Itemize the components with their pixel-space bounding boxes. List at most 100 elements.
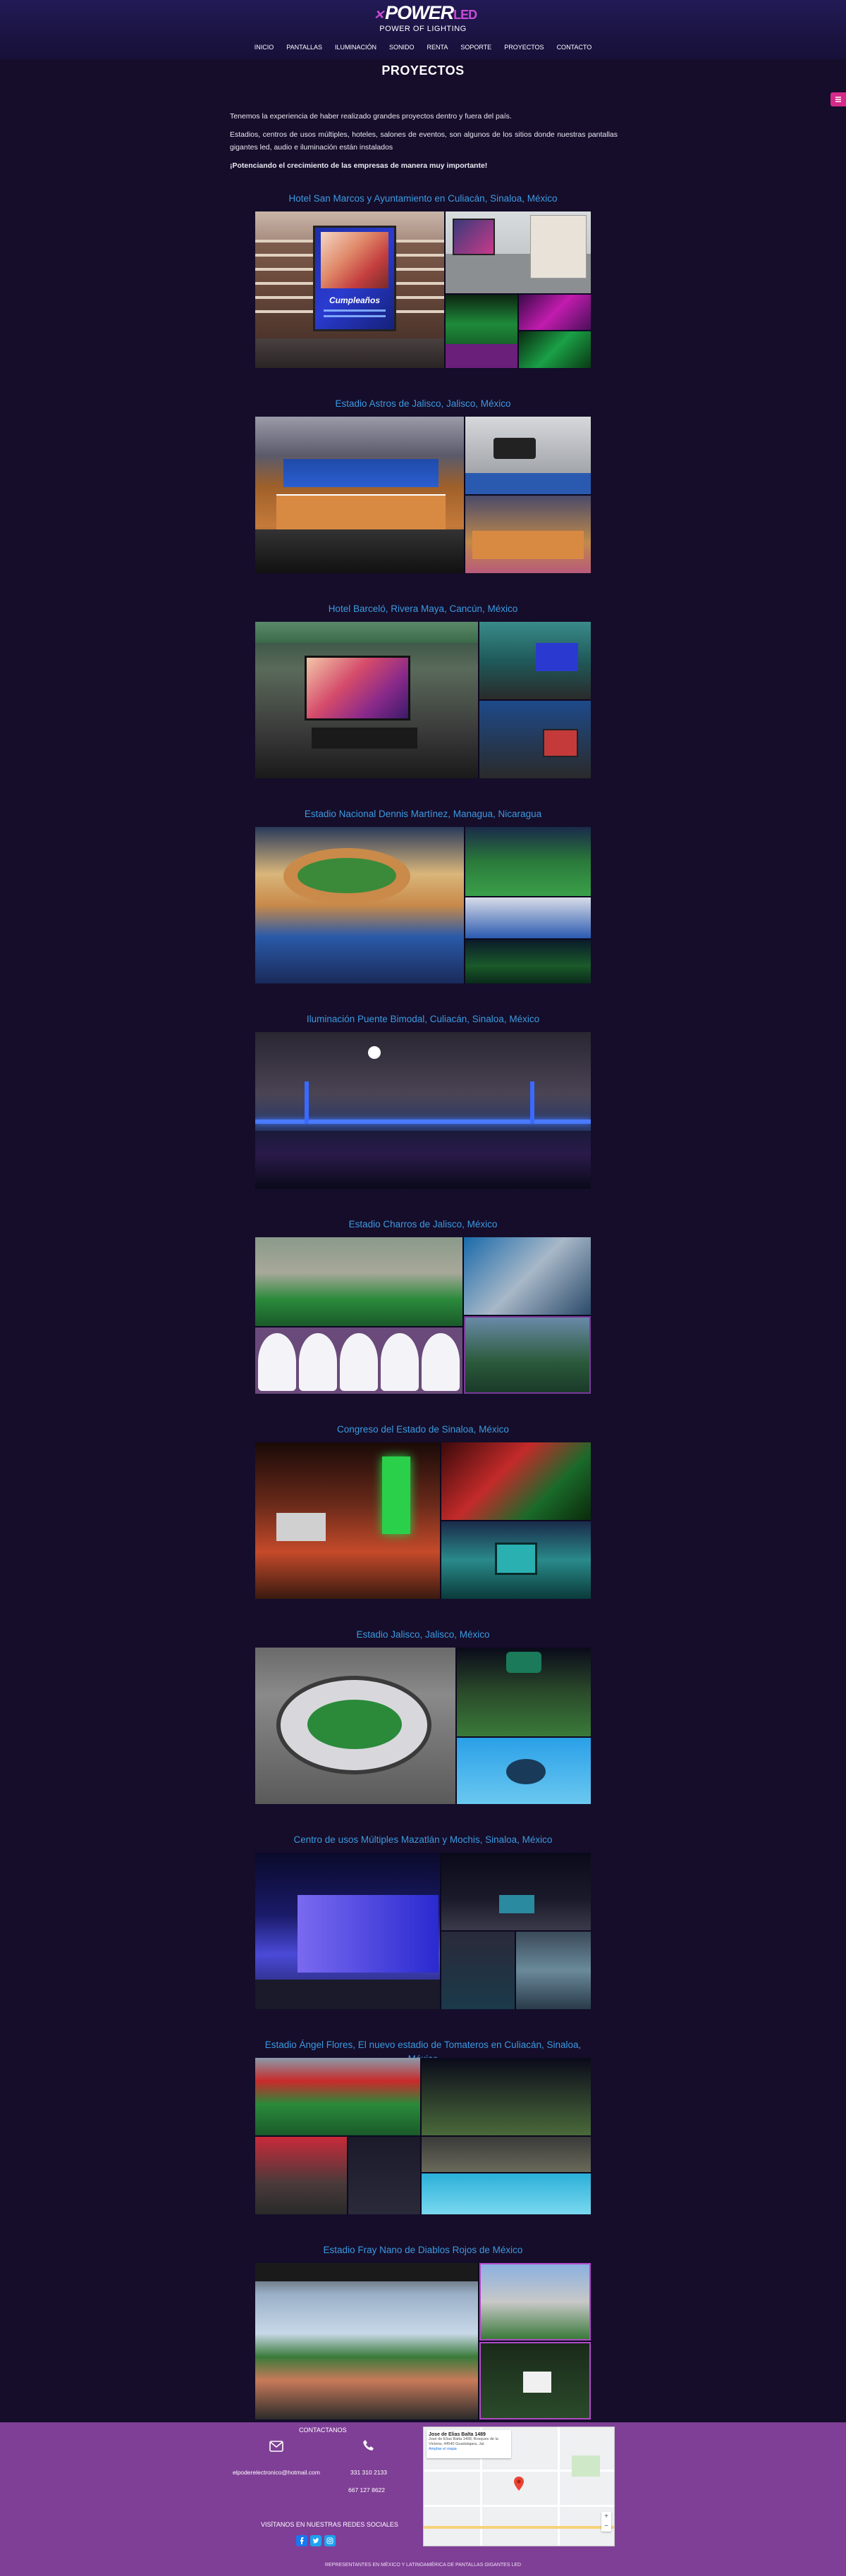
project-title: Estadio Jalisco, Jalisco, México xyxy=(356,1629,490,1640)
project-photo xyxy=(422,2058,591,2135)
nav-item-pantallas[interactable]: PANTALLAS xyxy=(280,42,329,52)
nav-item-contacto[interactable]: CONTACTO xyxy=(551,42,599,52)
project-photo xyxy=(516,1932,591,2009)
project-hotel-barcelo: Hotel Barceló, Rivera Maya, Cancún, Méxi… xyxy=(255,602,591,778)
project-photo xyxy=(255,2263,478,2419)
site-logo[interactable]: ✕POWERLED POWER OF LIGHTING xyxy=(374,2,477,34)
phone-icon xyxy=(362,2439,375,2455)
project-title: Estadio Charros de Jalisco, México xyxy=(348,1219,498,1229)
project-photo-collage[interactable]: Cumpleaños xyxy=(255,211,591,368)
nav-item-renta[interactable]: RENTA xyxy=(421,42,455,52)
project-photo-collage[interactable] xyxy=(255,1853,591,2009)
envelope-icon xyxy=(269,2441,283,2455)
project-estadio-fray-nano: Estadio Fray Nano de Diablos Rojos de Mé… xyxy=(255,2243,591,2419)
main-nav: INICIO PANTALLAS ILUMINACIÓN SONIDO RENT… xyxy=(0,42,846,52)
site-footer: CONTACTANOS elpoderelectronico@hotmail.c… xyxy=(0,2422,846,2576)
project-title: Hotel Barceló, Rivera Maya, Cancún, Méxi… xyxy=(328,603,518,614)
project-title: Estadio Fray Nano de Diablos Rojos de Mé… xyxy=(323,2245,523,2255)
intro-paragraph-2: Estadios, centros de usos múltiples, hot… xyxy=(230,130,618,152)
project-photo-collage[interactable] xyxy=(255,2263,591,2419)
side-tab-button[interactable] xyxy=(830,92,846,106)
nav-item-sonido[interactable]: SONIDO xyxy=(383,42,421,52)
project-photo-collage[interactable] xyxy=(255,1442,591,1599)
map-address: José de Elías Balta 1489, Bosques de la … xyxy=(429,2437,498,2446)
logo-name: POWER xyxy=(385,2,454,23)
project-photo xyxy=(255,827,464,983)
map-pin-icon xyxy=(514,2477,524,2494)
project-photo xyxy=(255,1853,440,2009)
menu-icon xyxy=(835,97,841,102)
project-estadio-angel-flores: Estadio Ángel Flores, El nuevo estadio d… xyxy=(255,2038,591,2214)
logo-led: LED xyxy=(453,8,477,22)
intro-paragraph-1: Tenemos la experiencia de haber realizad… xyxy=(230,112,512,121)
project-photo xyxy=(441,1521,591,1599)
project-title: Congreso del Estado de Sinaloa, México xyxy=(337,1424,509,1435)
logo-tagline: POWER OF LIGHTING xyxy=(379,25,467,33)
project-photo xyxy=(255,417,464,573)
page-title: PROYECTOS xyxy=(381,63,465,78)
project-photo xyxy=(464,1316,591,1394)
facebook-icon[interactable] xyxy=(296,2535,307,2546)
project-estadio-astros: Estadio Astros de Jalisco, Jalisco, Méxi… xyxy=(255,397,591,573)
twitter-icon[interactable] xyxy=(310,2535,321,2546)
project-photo xyxy=(348,2137,420,2214)
nav-item-soporte[interactable]: SOPORTE xyxy=(454,42,498,52)
project-photo-collage[interactable] xyxy=(255,1032,591,1189)
project-photo xyxy=(465,417,591,494)
project-photo xyxy=(457,1738,591,1804)
project-title: Centro de usos Múltiples Mazatlán y Moch… xyxy=(293,1834,553,1845)
project-photo xyxy=(465,897,591,938)
project-photo-collage[interactable] xyxy=(255,1648,591,1804)
map-zoom-control[interactable]: + − xyxy=(601,2512,611,2532)
project-photo-collage[interactable] xyxy=(255,622,591,778)
project-photo xyxy=(465,827,591,896)
project-photo xyxy=(464,1237,591,1315)
project-photo xyxy=(255,1032,591,1189)
social-label: VISÍTANOS EN NUESTRAS REDES SOCIALES xyxy=(261,2521,398,2528)
project-photo: Cumpleaños xyxy=(255,211,444,368)
project-photo xyxy=(422,2173,591,2214)
project-title: Iluminación Puente Bimodal, Culiacán, Si… xyxy=(306,1014,540,1024)
contact-label: CONTACTANOS xyxy=(299,2427,347,2434)
intro-text: Tenemos la experiencia de haber realizad… xyxy=(230,110,618,178)
project-title: Estadio Ángel Flores, El nuevo estadio d… xyxy=(264,2040,582,2064)
project-photo xyxy=(255,1237,462,1326)
project-photo-collage[interactable] xyxy=(255,417,591,573)
project-photo xyxy=(519,331,591,368)
project-estadio-dennis-martinez: Estadio Nacional Dennis Martínez, Managu… xyxy=(255,807,591,983)
project-title: Estadio Nacional Dennis Martínez, Managu… xyxy=(304,809,542,819)
project-photo xyxy=(441,1853,591,1930)
instagram-icon[interactable] xyxy=(324,2535,336,2546)
project-photo xyxy=(422,2137,591,2172)
project-photo xyxy=(479,622,591,699)
project-estadio-charros: Estadio Charros de Jalisco, México xyxy=(255,1218,591,1394)
project-photo xyxy=(479,701,591,778)
location-map[interactable]: Jose de Elias Balta 1489 José de Elías B… xyxy=(423,2427,615,2546)
project-photo-collage[interactable] xyxy=(255,2058,591,2214)
project-puente-bimodal: Iluminación Puente Bimodal, Culiacán, Si… xyxy=(255,1012,591,1189)
contact-phone-2[interactable]: 667 127 8622 xyxy=(348,2486,385,2494)
logo-mark-icon: ✕ xyxy=(374,8,384,22)
contact-email[interactable]: elpoderelectronico@hotmail.com xyxy=(233,2469,320,2476)
project-photo xyxy=(446,211,591,293)
project-photo xyxy=(255,1327,462,1394)
project-photo xyxy=(479,2342,591,2419)
nav-item-proyectos[interactable]: PROYECTOS xyxy=(498,42,550,52)
project-title: Estadio Astros de Jalisco, Jalisco, Méxi… xyxy=(335,398,511,409)
project-photo-collage[interactable] xyxy=(255,827,591,983)
contact-phone-1[interactable]: 331 310 2133 xyxy=(350,2469,387,2476)
nav-item-iluminacion[interactable]: ILUMINACIÓN xyxy=(329,42,383,52)
map-expand-link[interactable]: Ampliar el mapa xyxy=(429,2447,509,2451)
nav-item-inicio[interactable]: INICIO xyxy=(248,42,281,52)
project-photo xyxy=(479,2263,591,2341)
project-photo-collage[interactable] xyxy=(255,1237,591,1394)
project-photo xyxy=(446,295,517,368)
site-header: ✕POWERLED POWER OF LIGHTING INICIO PANTA… xyxy=(0,0,846,59)
project-photo xyxy=(441,1932,515,2009)
project-photo xyxy=(519,295,591,330)
project-photo xyxy=(441,1442,591,1520)
project-photo xyxy=(255,2137,347,2214)
screen-caption: Cumpleaños xyxy=(329,295,380,305)
project-photo xyxy=(255,2058,420,2135)
project-photo xyxy=(465,496,591,573)
